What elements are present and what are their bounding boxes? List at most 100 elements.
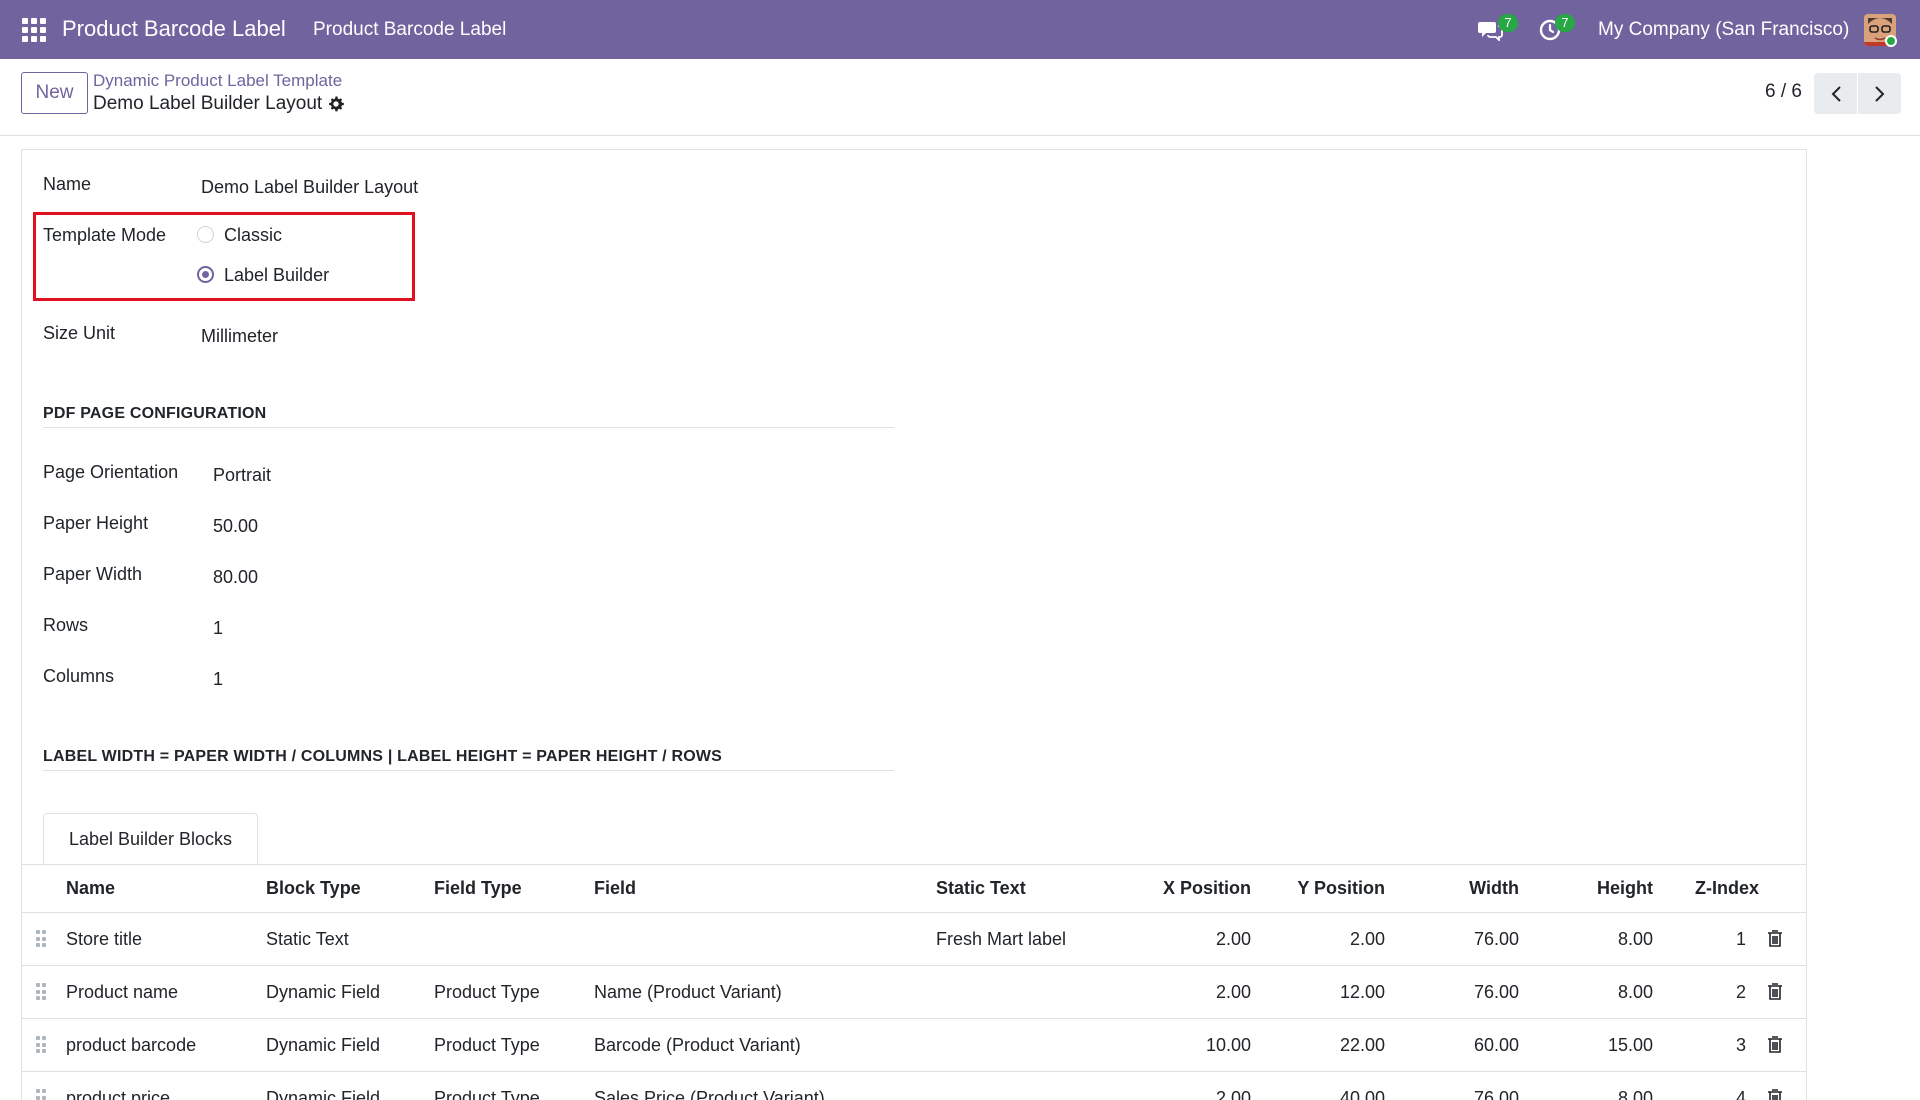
radio-classic-label[interactable]: Classic <box>224 225 282 246</box>
column-header-field-type[interactable]: Field Type <box>434 878 522 899</box>
paper-height-field[interactable]: 50.00 <box>213 516 258 537</box>
chevron-left-icon <box>1831 85 1841 102</box>
cell-y-position: 40.00 <box>1339 1088 1385 1100</box>
app-name[interactable]: Product Barcode Label <box>62 16 286 42</box>
column-header-y-position[interactable]: Y Position <box>1270 878 1385 899</box>
tab-label-builder-blocks[interactable]: Label Builder Blocks <box>43 813 258 865</box>
cell-x-position: 10.00 <box>1205 1035 1251 1055</box>
trash-icon[interactable] <box>1767 929 1783 948</box>
cell-field: Name (Product Variant) <box>594 982 782 1002</box>
label-size-formula-heading: LABEL WIDTH = PAPER WIDTH / COLUMNS | LA… <box>43 748 723 765</box>
gear-icon[interactable] <box>327 95 345 113</box>
cell-z-index: 1 <box>1735 929 1746 949</box>
radio-label-builder-label[interactable]: Label Builder <box>224 265 329 286</box>
section-separator <box>43 427 894 428</box>
breadcrumb-current-record: Demo Label Builder Layout <box>93 93 323 114</box>
pager-previous-button[interactable] <box>1814 73 1857 114</box>
cell-height: 8.00 <box>1617 982 1653 1002</box>
cell-static-text: Fresh Mart label <box>936 929 1067 949</box>
radio-classic[interactable] <box>197 226 214 243</box>
table-row[interactable]: Store title Static Text Fresh Mart label… <box>21 913 1807 966</box>
cell-block-type: Dynamic Field <box>266 1035 381 1055</box>
column-header-name[interactable]: Name <box>66 878 115 899</box>
cell-y-position: 2.00 <box>1349 929 1385 949</box>
rows-label: Rows <box>43 615 89 635</box>
drag-handle-icon[interactable] <box>36 1089 46 1100</box>
column-header-z-index[interactable]: Z-Index <box>1680 878 1759 899</box>
column-header-static-text[interactable]: Static Text <box>936 878 1026 899</box>
breadcrumb-parent-link[interactable]: Dynamic Product Label Template <box>93 71 342 91</box>
radio-label-builder[interactable] <box>197 266 214 283</box>
tab-separator <box>21 864 1807 865</box>
cell-name: Store title <box>66 929 143 949</box>
drag-handle-icon[interactable] <box>36 983 46 1001</box>
cell-width: 60.00 <box>1473 1035 1519 1055</box>
cell-field: Sales Price (Product Variant) <box>594 1088 825 1100</box>
pager-value[interactable]: 6 / 6 <box>1765 81 1802 103</box>
cell-z-index: 4 <box>1735 1088 1746 1100</box>
name-label: Name <box>43 174 92 194</box>
pager-next-button[interactable] <box>1858 73 1901 114</box>
drag-handle-icon[interactable] <box>36 930 46 948</box>
cell-name: Product name <box>66 982 179 1002</box>
column-header-x-position[interactable]: X Position <box>1130 878 1251 899</box>
cell-x-position: 2.00 <box>1215 929 1251 949</box>
page-orientation-label: Page Orientation <box>43 462 179 482</box>
name-field[interactable]: Demo Label Builder Layout <box>201 177 418 198</box>
cell-x-position: 2.00 <box>1215 1088 1251 1100</box>
table-row[interactable]: product barcode Dynamic Field Product Ty… <box>21 1019 1807 1072</box>
cell-y-position: 22.00 <box>1339 1035 1385 1055</box>
cell-z-index: 3 <box>1735 1035 1746 1055</box>
section-separator <box>43 770 894 771</box>
top-navbar: Product Barcode Label Product Barcode La… <box>0 0 1920 59</box>
drag-handle-icon[interactable] <box>36 1036 46 1054</box>
activities-count-badge: 7 <box>1555 14 1575 32</box>
control-panel: New Dynamic Product Label Template Demo … <box>0 59 1920 136</box>
cell-height: 8.00 <box>1617 1088 1653 1100</box>
pdf-page-configuration-heading: PDF PAGE CONFIGURATION <box>43 405 267 422</box>
cell-width: 76.00 <box>1473 929 1519 949</box>
cell-name: product price <box>66 1088 171 1100</box>
cell-field: Barcode (Product Variant) <box>594 1035 801 1055</box>
trash-icon[interactable] <box>1767 1035 1783 1054</box>
table-row[interactable]: Product name Dynamic Field Product Type … <box>21 966 1807 1019</box>
paper-width-label: Paper Width <box>43 564 143 584</box>
column-header-field[interactable]: Field <box>594 878 636 899</box>
cell-height: 8.00 <box>1617 929 1653 949</box>
cell-field-type: Product Type <box>434 1035 540 1055</box>
messages-count-badge: 7 <box>1498 14 1518 32</box>
menu-product-barcode-label[interactable]: Product Barcode Label <box>313 19 506 41</box>
page-orientation-field[interactable]: Portrait <box>213 465 271 486</box>
cell-block-type: Dynamic Field <box>266 1088 381 1100</box>
cell-width: 76.00 <box>1473 1088 1519 1100</box>
rows-field[interactable]: 1 <box>213 618 223 639</box>
cell-block-type: Dynamic Field <box>266 982 381 1002</box>
cell-y-position: 12.00 <box>1339 982 1385 1002</box>
table-row[interactable]: product price Dynamic Field Product Type… <box>21 1072 1807 1100</box>
columns-label: Columns <box>43 666 115 686</box>
cell-z-index: 2 <box>1735 982 1746 1002</box>
company-switcher[interactable]: My Company (San Francisco) <box>1598 19 1849 41</box>
column-header-width[interactable]: Width <box>1420 878 1519 899</box>
cell-block-type: Static Text <box>266 929 349 949</box>
paper-width-field[interactable]: 80.00 <box>213 567 258 588</box>
new-button[interactable]: New <box>21 72 88 114</box>
cell-width: 76.00 <box>1473 982 1519 1002</box>
size-unit-field[interactable]: Millimeter <box>201 326 278 347</box>
trash-icon[interactable] <box>1767 982 1783 1001</box>
column-header-block-type[interactable]: Block Type <box>266 878 361 899</box>
cell-name: product barcode <box>66 1035 197 1055</box>
online-status-indicator <box>1885 35 1897 47</box>
cell-field-type: Product Type <box>434 1088 540 1100</box>
cell-x-position: 2.00 <box>1215 982 1251 1002</box>
size-unit-label: Size Unit <box>43 323 116 343</box>
column-header-height[interactable]: Height <box>1560 878 1653 899</box>
template-mode-label: Template Mode <box>43 225 167 245</box>
columns-field[interactable]: 1 <box>213 669 223 690</box>
apps-menu-icon[interactable] <box>22 18 46 42</box>
chevron-right-icon <box>1874 85 1884 102</box>
trash-icon[interactable] <box>1767 1088 1783 1100</box>
paper-height-label: Paper Height <box>43 513 149 533</box>
cell-field-type: Product Type <box>434 982 540 1002</box>
cell-height: 15.00 <box>1607 1035 1653 1055</box>
